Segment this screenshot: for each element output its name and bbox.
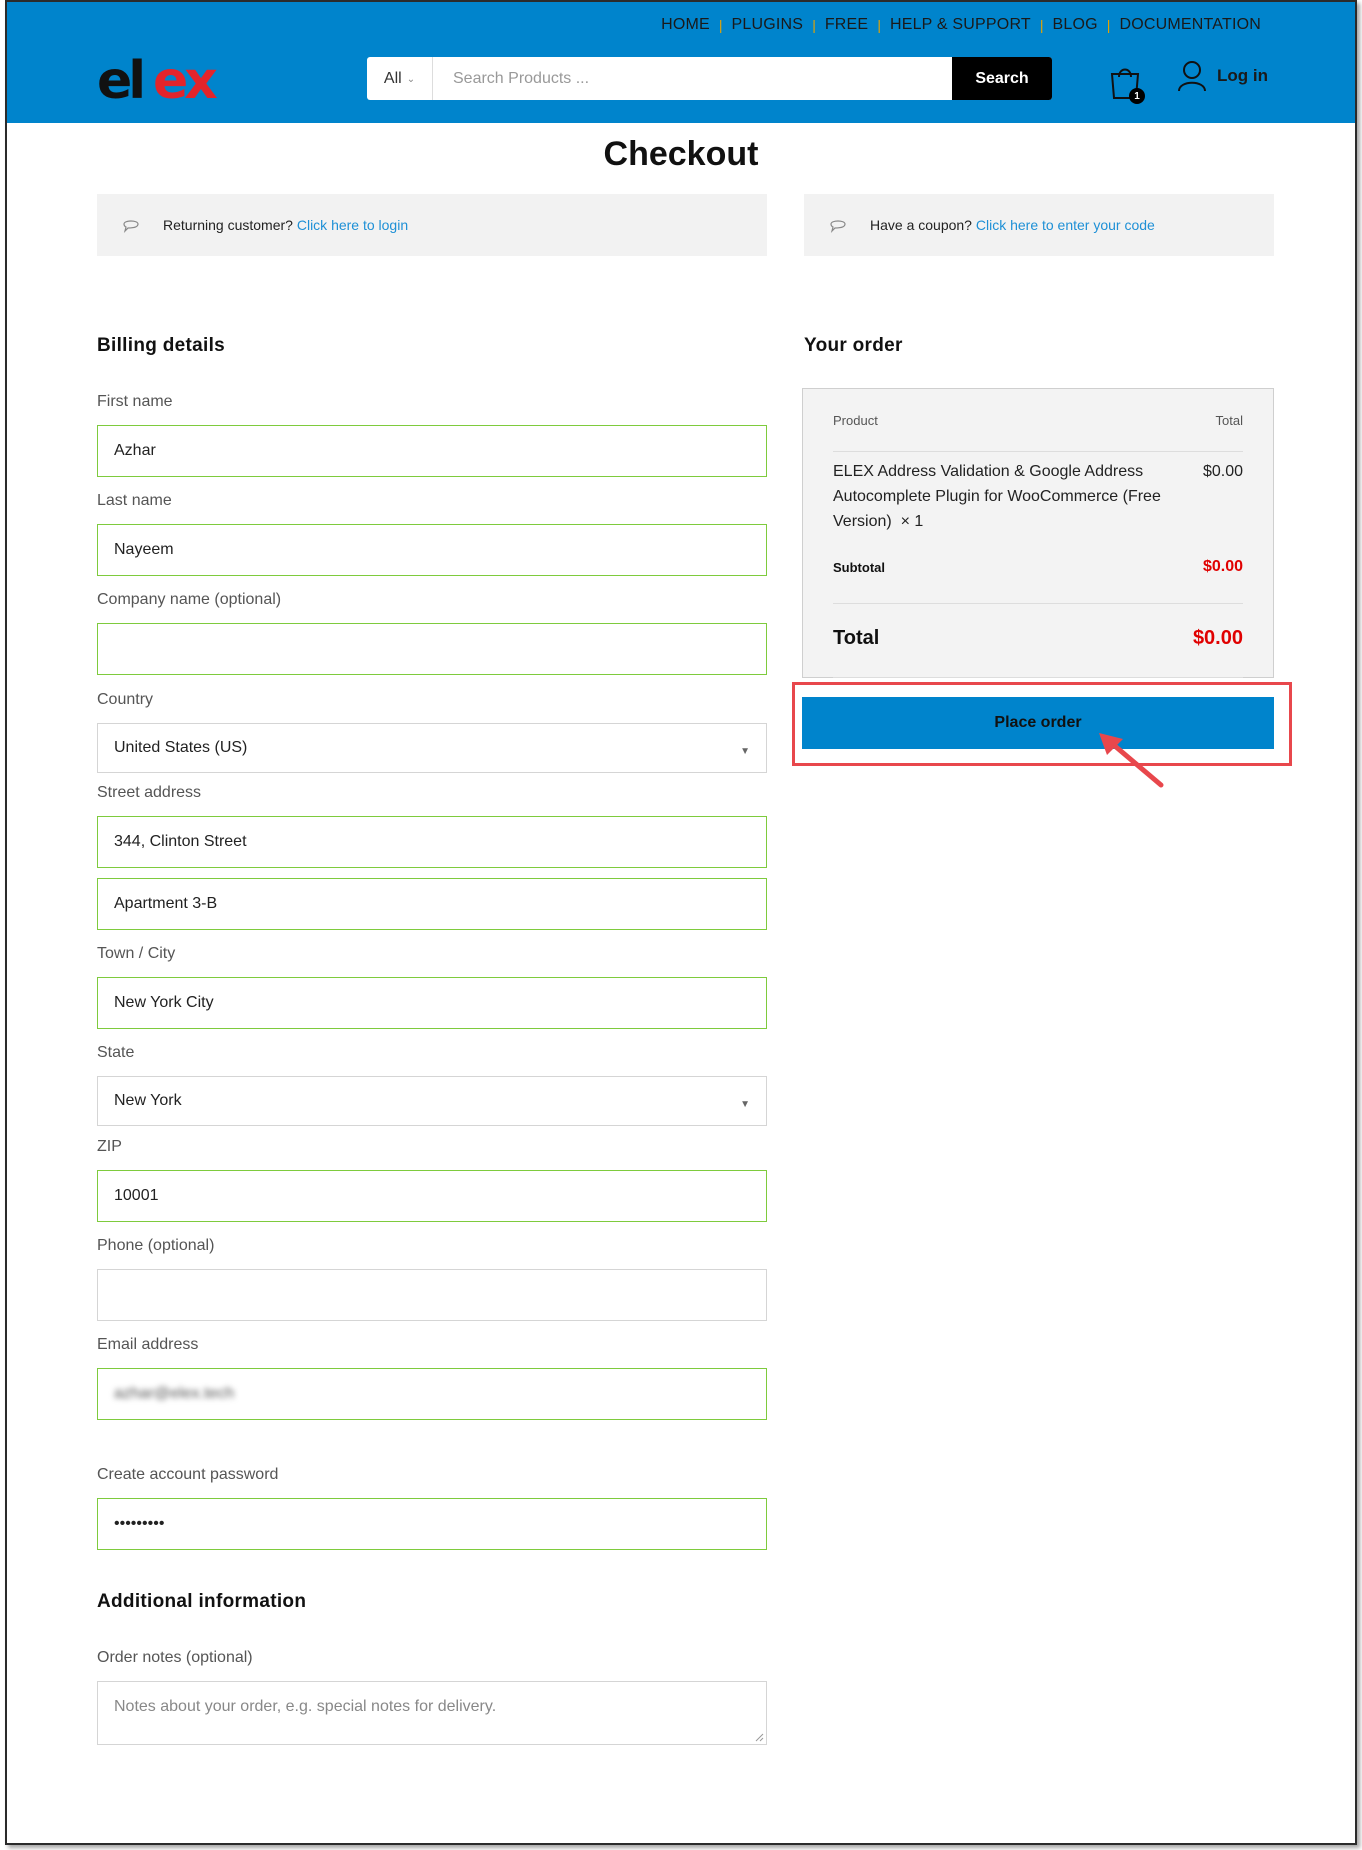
zip-field[interactable]: 10001 — [97, 1170, 767, 1222]
country-select[interactable]: United States (US) ▼ — [97, 723, 767, 773]
search-input[interactable] — [433, 57, 952, 100]
phone-label: Phone (optional) — [97, 1237, 215, 1254]
billing-details-heading: Billing details — [97, 335, 226, 356]
last-name-value: Nayeem — [114, 541, 174, 558]
caret-down-icon: ▼ — [740, 745, 750, 757]
nav-home-link[interactable]: HOME — [661, 16, 710, 34]
city-label: Town / City — [97, 945, 176, 962]
order-item-name: ELEX Address Validation & Google Address… — [833, 459, 1173, 534]
order-notes-textarea[interactable]: Notes about your order, e.g. special not… — [97, 1681, 767, 1745]
street-address-label: Street address — [97, 784, 202, 801]
street-address-line1-value: 344, Clinton Street — [114, 833, 247, 850]
enter-coupon-link[interactable]: Click here to enter your code — [976, 217, 1155, 233]
zip-label: ZIP — [97, 1138, 122, 1155]
password-field[interactable]: ••••••••• — [97, 1498, 767, 1550]
divider — [833, 677, 1243, 678]
password-value: ••••••••• — [114, 1515, 165, 1532]
nav-separator: | — [812, 17, 816, 33]
password-label: Create account password — [97, 1466, 279, 1483]
country-value: United States (US) — [114, 739, 248, 756]
street-address-line2-field[interactable]: Apartment 3-B — [97, 878, 767, 930]
login-link[interactable]: Log in — [1177, 60, 1268, 92]
speech-bubble-icon — [830, 220, 846, 233]
page-frame: HOME | PLUGINS | FREE | HELP & SUPPORT |… — [5, 0, 1357, 1845]
svg-text:el: el — [97, 56, 142, 106]
cart-button[interactable]: 1 — [1107, 62, 1145, 104]
login-prompt-link[interactable]: Click here to login — [297, 217, 408, 233]
first-name-label: First name — [97, 393, 173, 410]
nav-separator: | — [1106, 17, 1111, 33]
search-category-value: All — [383, 69, 402, 87]
user-icon — [1178, 61, 1206, 92]
coupon-notice: Have a coupon? Click here to enter your … — [804, 194, 1274, 256]
coupon-text: Have a coupon? — [870, 217, 972, 233]
elex-logo[interactable]: el ex — [97, 56, 237, 106]
search-button[interactable]: Search — [952, 57, 1052, 100]
product-column-header: Product — [833, 413, 878, 428]
returning-customer-notice: Returning customer? Click here to login — [97, 194, 767, 256]
additional-information-heading: Additional information — [97, 1591, 307, 1612]
last-name-label: Last name — [97, 492, 172, 509]
search-category-select[interactable]: All ⌄ — [367, 57, 433, 100]
caret-down-icon: ▼ — [740, 1098, 750, 1110]
total-label: Total — [833, 627, 880, 649]
email-label: Email address — [97, 1336, 199, 1353]
top-navigation: HOME | PLUGINS | FREE | HELP & SUPPORT |… — [661, 16, 1261, 34]
last-name-field[interactable]: Nayeem — [97, 524, 767, 576]
order-item-price: $0.00 — [1202, 463, 1243, 480]
divider — [833, 451, 1243, 452]
nav-separator: | — [718, 17, 723, 33]
subtotal-label: Subtotal — [833, 560, 885, 575]
order-table-header: Product Total — [833, 413, 1243, 428]
svg-text:ex: ex — [153, 56, 217, 106]
order-notes-placeholder: Notes about your order, e.g. special not… — [114, 1698, 497, 1715]
your-order-heading: Your order — [804, 335, 903, 356]
first-name-field[interactable]: Azhar — [97, 425, 767, 477]
zip-value: 10001 — [114, 1187, 159, 1204]
divider — [833, 603, 1243, 604]
chevron-down-icon: ⌄ — [406, 74, 416, 85]
cart-count-badge: 1 — [1129, 88, 1145, 104]
page-title: Checkout — [603, 135, 759, 173]
street-address-line2-value: Apartment 3-B — [114, 895, 218, 912]
email-field[interactable]: azhar@elex.tech — [97, 1368, 767, 1420]
resize-grip-icon[interactable] — [754, 1732, 764, 1742]
email-value: azhar@elex.tech — [114, 1385, 235, 1402]
login-label: Log in — [1217, 66, 1268, 85]
nav-separator: | — [1039, 17, 1044, 33]
subtotal-amount: $0.00 — [1202, 558, 1243, 575]
state-select[interactable]: New York ▼ — [97, 1076, 767, 1126]
nav-separator: | — [877, 17, 881, 33]
total-amount: $0.00 — [1192, 627, 1243, 649]
city-field[interactable]: New York City — [97, 977, 767, 1029]
nav-plugins-link[interactable]: PLUGINS — [732, 16, 804, 34]
nav-help-support-link[interactable]: HELP & SUPPORT — [890, 16, 1031, 34]
total-column-header: Total — [1215, 413, 1243, 428]
order-review-table: Product Total ELEX Address Validation & … — [802, 388, 1274, 678]
nav-documentation-link[interactable]: DOCUMENTATION — [1119, 16, 1261, 34]
product-search-bar: All ⌄ Search — [367, 57, 1052, 100]
place-order-button[interactable]: Place order — [802, 697, 1274, 749]
company-name-field[interactable] — [97, 623, 767, 675]
order-item-title: ELEX Address Validation & Google Address… — [833, 463, 1161, 530]
order-item-quantity: × 1 — [900, 513, 924, 530]
state-value: New York — [114, 1092, 182, 1109]
street-address-line1-field[interactable]: 344, Clinton Street — [97, 816, 767, 868]
city-value: New York City — [114, 994, 214, 1011]
nav-blog-link[interactable]: BLOG — [1053, 16, 1098, 34]
first-name-value: Azhar — [114, 442, 156, 459]
site-header: HOME | PLUGINS | FREE | HELP & SUPPORT |… — [7, 2, 1355, 123]
order-notes-label: Order notes (optional) — [97, 1649, 253, 1666]
phone-field[interactable] — [97, 1269, 767, 1321]
speech-bubble-icon — [123, 220, 139, 233]
nav-free-link[interactable]: FREE — [825, 16, 868, 34]
company-name-label: Company name (optional) — [97, 591, 282, 608]
returning-customer-text: Returning customer? — [163, 217, 293, 233]
state-label: State — [97, 1044, 135, 1061]
country-label: Country — [97, 691, 154, 708]
